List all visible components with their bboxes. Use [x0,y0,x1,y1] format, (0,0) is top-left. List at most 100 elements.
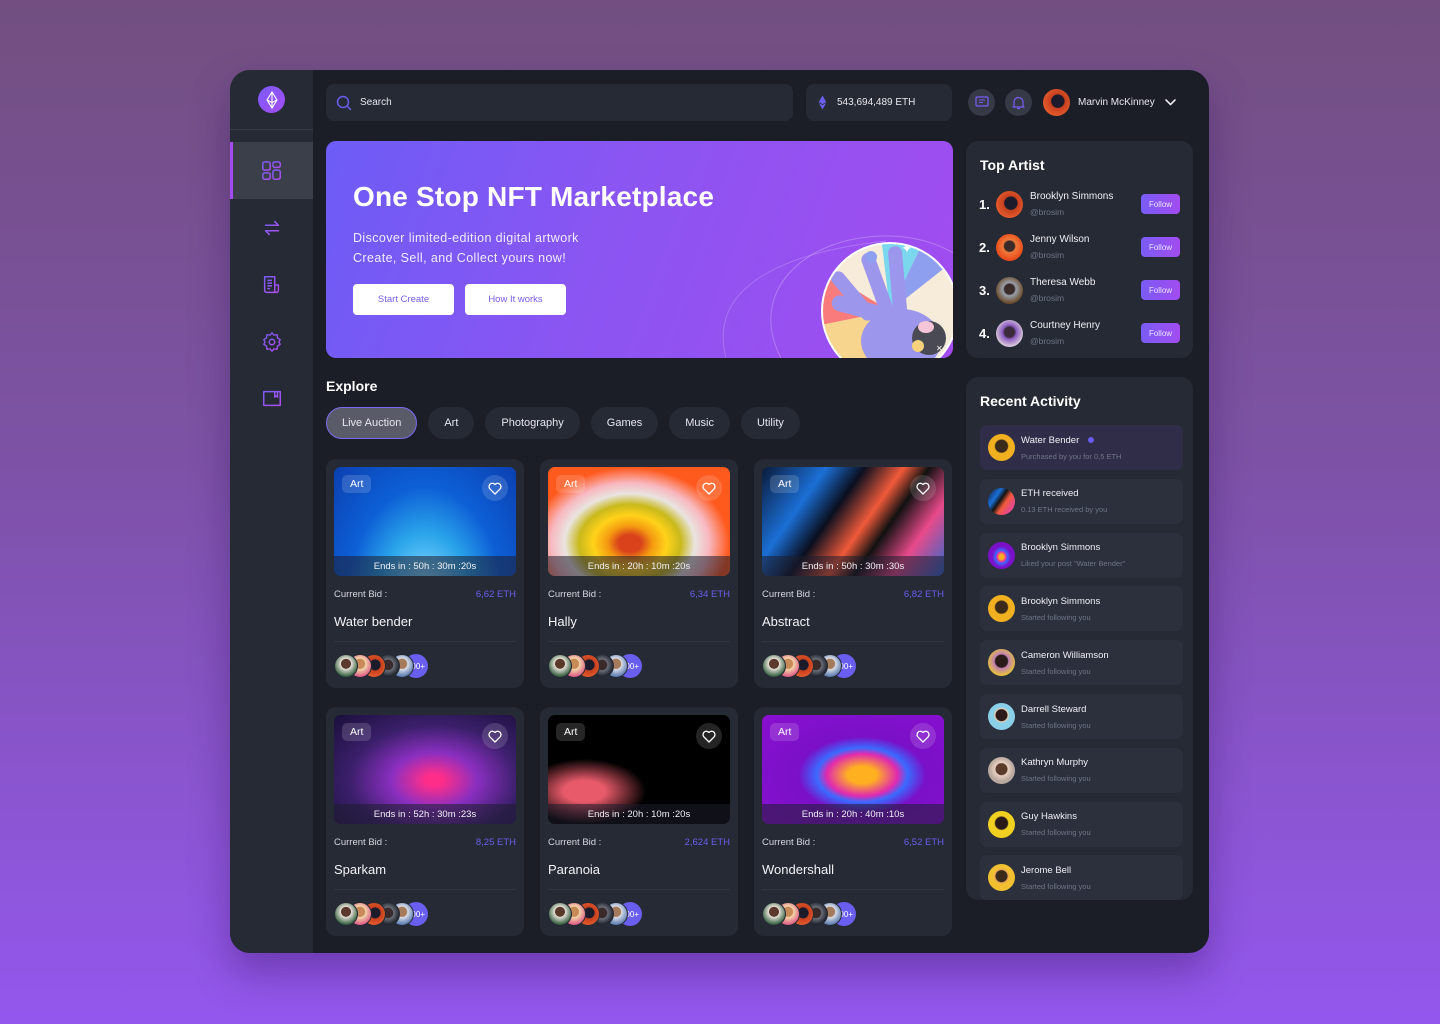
favorite-button[interactable] [696,475,722,501]
search-icon [336,95,352,110]
tab-art[interactable]: Art [428,407,475,439]
artist-rank: 3. [979,282,990,298]
messages-button[interactable] [968,89,995,116]
tab-photography[interactable]: Photography [485,407,580,439]
follow-button[interactable]: Follow [1141,323,1180,343]
bidders-list: 100+ [762,902,944,926]
nft-card[interactable]: Art Ends in : 50h : 30m :30s Current Bid… [754,459,952,688]
activity-subtitle: 0.13 ETH received by you [1021,505,1108,515]
artist-avatar[interactable] [996,319,1023,347]
bidder-avatar [334,654,358,678]
activity-item[interactable]: Brooklyn Simmons Liked your post "Water … [980,532,1183,578]
category-tag: Art [342,723,372,741]
heart-icon [488,730,502,743]
sidebar-item-settings[interactable] [230,313,313,370]
activity-item[interactable]: ETH received 0.13 ETH received by you [980,478,1183,524]
user-avatar [1043,89,1070,116]
activity-avatar [988,810,1015,838]
tab-utility[interactable]: Utility [740,407,800,439]
bid-row: Current Bid : 2,624 ETH [548,837,730,848]
start-create-button[interactable]: Start Create [353,284,454,315]
top-artist-panel: Top Artist 1. Brooklyn Simmons @brosim F… [966,141,1193,358]
nft-card[interactable]: Art Ends in : 52h : 30m :23s Current Bid… [326,707,524,936]
category-tag: Art [556,475,586,493]
ethereum-logo-icon[interactable] [258,86,285,113]
favorite-button[interactable] [482,723,508,749]
notifications-button[interactable] [1005,89,1032,116]
favorite-button[interactable] [910,475,936,501]
nft-card[interactable]: Art Ends in : 20h : 40m :10s Current Bid… [754,707,952,936]
activity-avatar [988,541,1015,569]
bid-value: 6,62 ETH [475,589,516,600]
nft-image[interactable]: Art Ends in : 50h : 30m :20s [334,467,516,576]
nft-card[interactable]: Art Ends in : 20h : 10m :20s Current Bid… [540,459,738,688]
nft-image[interactable]: Art Ends in : 20h : 40m :10s [762,715,944,824]
bidders-list: 100+ [762,654,944,678]
sidebar-item-dashboard[interactable] [230,142,313,199]
sidebar-item-documents[interactable] [230,256,313,313]
how-it-works-button[interactable]: How It works [465,284,566,315]
nft-card[interactable]: Art Ends in : 20h : 10m :20s Current Bid… [540,707,738,936]
artist-name[interactable]: Theresa Webb [1030,277,1141,288]
artist-handle: @brosim [1030,250,1065,260]
artist-name[interactable]: Courtney Henry [1030,320,1141,331]
search-input[interactable] [360,97,760,108]
logo-area [230,70,313,130]
divider [334,889,516,890]
bidder-avatar [762,654,786,678]
divider [334,641,516,642]
activity-item[interactable]: Kathryn Murphy Started following you [980,747,1183,793]
search-box[interactable] [326,84,793,121]
divider [548,889,730,890]
recent-activity-panel: Recent Activity Water Bender Purchased b… [966,377,1193,901]
category-tag: Art [770,475,800,493]
artist-handle: @brosim [1030,207,1065,217]
artist-handle: @brosim [1030,293,1065,303]
artist-name[interactable]: Brooklyn Simmons [1030,191,1141,202]
artist-avatar[interactable] [996,276,1023,304]
hero-banner: ✦ ✕ One Stop NFT Marketplace Discover li… [326,141,953,358]
auction-countdown: Ends in : 50h : 30m :20s [334,556,516,576]
activity-avatar [988,756,1015,784]
bidders-list: 100+ [334,654,516,678]
svg-text:✕: ✕ [936,344,943,353]
favorite-button[interactable] [482,475,508,501]
activity-avatar [988,864,1015,892]
category-tag: Art [556,723,586,741]
activity-title: ETH received [1021,488,1079,500]
favorite-button[interactable] [910,723,936,749]
nft-card[interactable]: Art Ends in : 50h : 30m :20s Current Bid… [326,459,524,688]
artist-avatar[interactable] [996,233,1023,261]
activity-item[interactable]: Darrell Steward Started following you [980,694,1183,739]
auction-countdown: Ends in : 20h : 10m :20s [548,804,730,824]
activity-item[interactable]: Brooklyn Simmons Started following you [980,586,1183,632]
auction-countdown: Ends in : 20h : 40m :10s [762,804,944,824]
user-menu[interactable]: Marvin McKinney [1043,89,1176,116]
tab-music[interactable]: Music [669,407,730,439]
nft-image[interactable]: Art Ends in : 52h : 30m :23s [334,715,516,824]
favorite-button[interactable] [696,723,722,749]
activity-item[interactable]: Jerome Bell Started following you [980,855,1183,901]
bid-label: Current Bid : [548,589,602,600]
activity-item[interactable]: Guy Hawkins Started following you [980,801,1183,847]
nft-image[interactable]: Art Ends in : 20h : 10m :20s [548,715,730,824]
sidebar-item-transfer[interactable] [230,199,313,256]
bidder-avatar [334,902,358,926]
nft-image[interactable]: Art Ends in : 50h : 30m :30s [762,467,944,576]
sidebar-item-wallet[interactable] [230,370,313,427]
artist-avatar[interactable] [996,190,1023,218]
artist-name[interactable]: Jenny Wilson [1030,234,1141,245]
activity-item[interactable]: Cameron Williamson Started following you [980,640,1183,686]
tab-live-auction[interactable]: Live Auction [326,407,418,439]
follow-button[interactable]: Follow [1141,194,1180,214]
activity-avatar [988,649,1015,677]
activity-item[interactable]: Water Bender Purchased by you for 0,5 ET… [980,425,1183,470]
activity-subtitle: Started following you [1021,720,1091,730]
tab-games[interactable]: Games [590,407,659,439]
follow-button[interactable]: Follow [1141,237,1180,257]
nft-image[interactable]: Art Ends in : 20h : 10m :20s [548,467,730,576]
top-artist-heading: Top Artist [980,157,1045,173]
artist-handle: @brosim [1030,336,1065,346]
category-tabs: Live Auction Art Photography Games Music… [326,407,800,439]
follow-button[interactable]: Follow [1141,280,1180,300]
